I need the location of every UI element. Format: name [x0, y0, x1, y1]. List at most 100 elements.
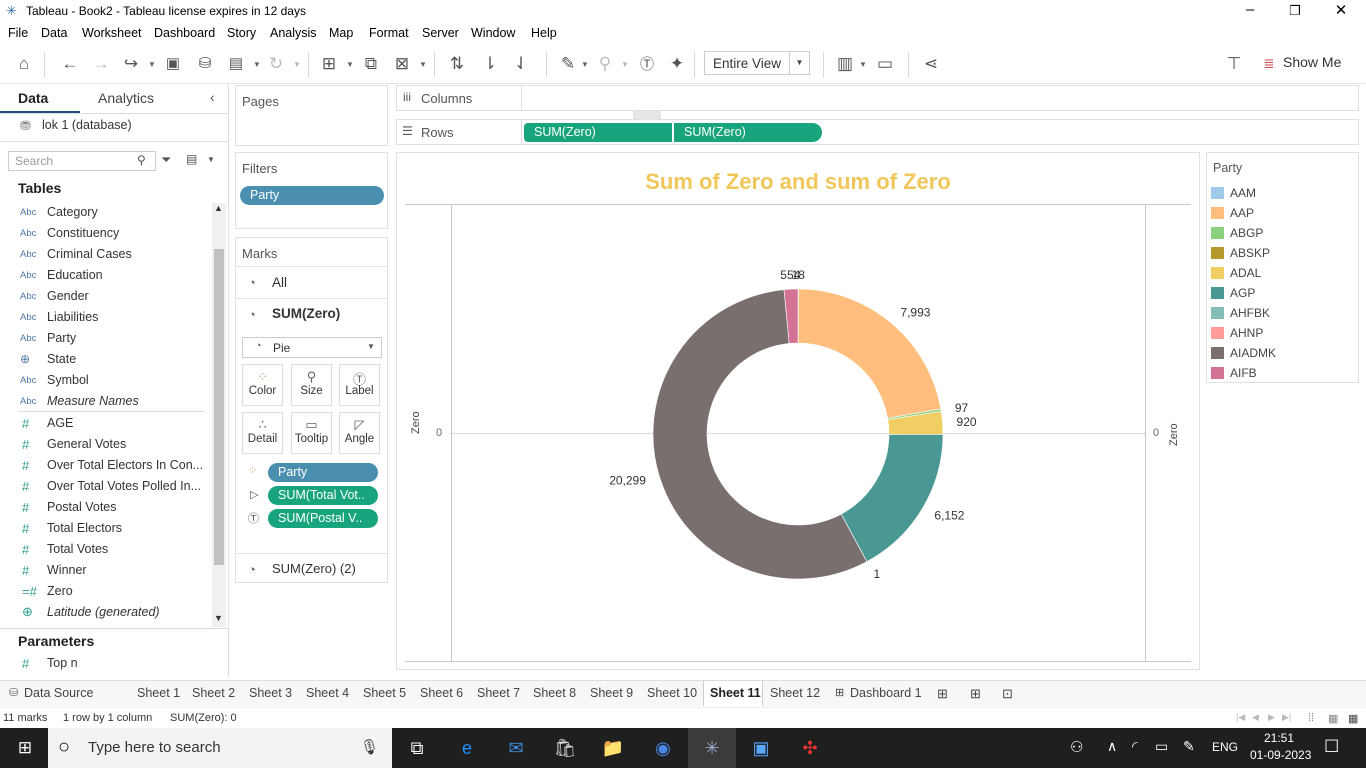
menu-worksheet[interactable]: Worksheet [82, 26, 142, 40]
prev-page-icon[interactable]: ◀ [1252, 712, 1259, 723]
mail-icon[interactable]: ✉ [503, 736, 529, 760]
marks-pill-total-votes[interactable]: SUM(Total Vot.. [268, 486, 378, 505]
tab-sheet-6[interactable]: Sheet 6 [420, 686, 463, 700]
marks-all[interactable]: All [272, 275, 287, 290]
field-over-total-electors[interactable]: Over Total Electors In Con... [47, 458, 203, 472]
label-button[interactable]: Ⓣ Label [339, 364, 380, 406]
field-category[interactable]: Category [47, 205, 98, 219]
tooltip-button[interactable]: ▭ Tooltip [291, 412, 332, 454]
tab-sheet-11[interactable]: Sheet 11 [710, 686, 761, 700]
marks-current[interactable]: SUM(Zero) [272, 306, 340, 321]
field-general-votes[interactable]: General Votes [47, 437, 126, 451]
rows-shelf[interactable]: ☰ Rows SUM(Zero) SUM(Zero) [396, 119, 1359, 145]
new-datasource-icon[interactable]: ⛁ [194, 54, 216, 74]
tab-sheet-5[interactable]: Sheet 5 [363, 686, 406, 700]
wifi-icon[interactable]: ◜ [1132, 738, 1137, 755]
size-button[interactable]: ⚲ Size [291, 364, 332, 406]
tab-sheet-10[interactable]: Sheet 10 [647, 686, 697, 700]
presentation-icon[interactable]: ▭ [874, 54, 896, 74]
tab-sheet-2[interactable]: Sheet 2 [192, 686, 235, 700]
color-button[interactable]: ⁘ Color [242, 364, 283, 406]
replay-icon[interactable]: ↪ [120, 54, 142, 74]
edge-icon[interactable]: e [454, 736, 480, 760]
field-total-votes[interactable]: Total Votes [47, 542, 108, 556]
menu-help[interactable]: Help [531, 26, 557, 40]
chevron-up-icon[interactable]: ∧ [1107, 738, 1117, 755]
new-sheet-icon[interactable]: ⊞ [937, 686, 948, 702]
microphone-icon[interactable]: 🎙 [360, 738, 379, 756]
datasource-name[interactable]: lok 1 (database) [42, 118, 132, 132]
field-age[interactable]: AGE [47, 416, 73, 430]
menu-dashboard[interactable]: Dashboard [154, 26, 215, 40]
menu-data[interactable]: Data [41, 26, 67, 40]
show-me-button[interactable]: Show Me [1283, 54, 1341, 70]
taskbar-search[interactable]: ○ Type here to search 🎙 [48, 728, 392, 768]
show-cards-icon[interactable]: ▥ [834, 54, 856, 74]
field-liabilities[interactable]: Liabilities [47, 310, 98, 324]
pen-icon[interactable]: ✎ [1183, 738, 1195, 755]
angle-button[interactable]: ◸ Angle [339, 412, 380, 454]
parameter-top-n[interactable]: Top n [47, 656, 78, 670]
field-winner[interactable]: Winner [47, 563, 87, 577]
language-indicator[interactable]: ENG [1212, 740, 1238, 754]
tab-analytics[interactable]: Analytics [98, 90, 154, 106]
tab-data-source[interactable]: Data Source [24, 686, 93, 700]
tab-sheet-9[interactable]: Sheet 9 [590, 686, 633, 700]
rows-pill-1[interactable]: SUM(Zero) [524, 123, 672, 142]
tab-sheet-12[interactable]: Sheet 12 [770, 686, 820, 700]
fit-select[interactable]: Entire View ▼ [704, 51, 810, 75]
close-icon[interactable]: ✕ [1321, 1, 1361, 19]
people-icon[interactable]: ⚇ [1070, 738, 1083, 756]
field-state[interactable]: State [47, 352, 76, 366]
show-labels-icon[interactable]: Ⓣ [636, 54, 658, 74]
field-criminal-cases[interactable]: Criminal Cases [47, 247, 132, 261]
last-page-icon[interactable]: ▶| [1282, 712, 1291, 723]
show-me-icon[interactable]: ≣ [1258, 54, 1280, 74]
field-education[interactable]: Education [47, 268, 103, 282]
restore-icon[interactable]: ❐ [1275, 3, 1315, 19]
chrome-icon[interactable]: ◉ [650, 736, 676, 760]
sorter-icon[interactable]: ▦ [1328, 712, 1338, 725]
share-icon[interactable]: ⋖ [920, 54, 942, 74]
tab-sheet-8[interactable]: Sheet 8 [533, 686, 576, 700]
swap-icon[interactable]: ⇅ [446, 54, 468, 74]
menu-analysis[interactable]: Analysis [270, 26, 317, 40]
redo-icon[interactable]: → [90, 54, 112, 74]
field-postal-votes[interactable]: Postal Votes [47, 500, 117, 514]
photos-icon[interactable]: ▣ [748, 736, 774, 760]
rows-pill-2[interactable]: SUM(Zero) [674, 123, 822, 142]
tab-sheet-1[interactable]: Sheet 1 [137, 686, 180, 700]
menu-file[interactable]: File [8, 26, 28, 40]
collapse-pane-icon[interactable]: ‹ [210, 89, 215, 105]
menu-window[interactable]: Window [471, 26, 515, 40]
field-zero[interactable]: Zero [47, 584, 73, 598]
group-icon[interactable]: ⚲ [594, 54, 616, 74]
view-options-icon[interactable]: ▤ [186, 152, 197, 166]
new-worksheet-icon[interactable]: ⊞ [318, 54, 340, 74]
pin-icon[interactable]: ✦ [666, 54, 688, 74]
sort-ascending-icon[interactable]: ⇂ [479, 54, 501, 74]
tab-sheet-3[interactable]: Sheet 3 [249, 686, 292, 700]
tableau-taskbar-icon[interactable]: ✳ [699, 736, 725, 760]
search-input[interactable]: Search ⚲ [8, 151, 156, 171]
clear-sheet-icon[interactable]: ⊠ [391, 54, 413, 74]
undo-icon[interactable]: ← [59, 54, 81, 74]
notifications-icon[interactable]: ☐ [1324, 737, 1339, 757]
next-page-icon[interactable]: ▶ [1268, 712, 1275, 723]
tab-sheet-4[interactable]: Sheet 4 [306, 686, 349, 700]
field-total-electors[interactable]: Total Electors [47, 521, 122, 535]
field-constituency[interactable]: Constituency [47, 226, 119, 240]
field-party[interactable]: Party [47, 331, 76, 345]
marks-pill-party[interactable]: Party [268, 463, 378, 482]
task-view-icon[interactable]: ⧉ [404, 736, 430, 760]
pages-card[interactable]: Pages [235, 85, 388, 146]
tab-data[interactable]: Data [18, 90, 48, 106]
tab-dashboard-1[interactable]: Dashboard 1 [850, 686, 922, 700]
menu-server[interactable]: Server [422, 26, 459, 40]
first-page-icon[interactable]: |◀ [1236, 712, 1245, 723]
windows-start-icon[interactable]: ⊞ [12, 736, 38, 760]
menu-map[interactable]: Map [329, 26, 353, 40]
filter-icon[interactable]: ⏷ [161, 152, 171, 168]
chevron-down-icon[interactable]: ▼ [207, 155, 215, 164]
highlight-icon[interactable]: ✎ [557, 54, 579, 74]
